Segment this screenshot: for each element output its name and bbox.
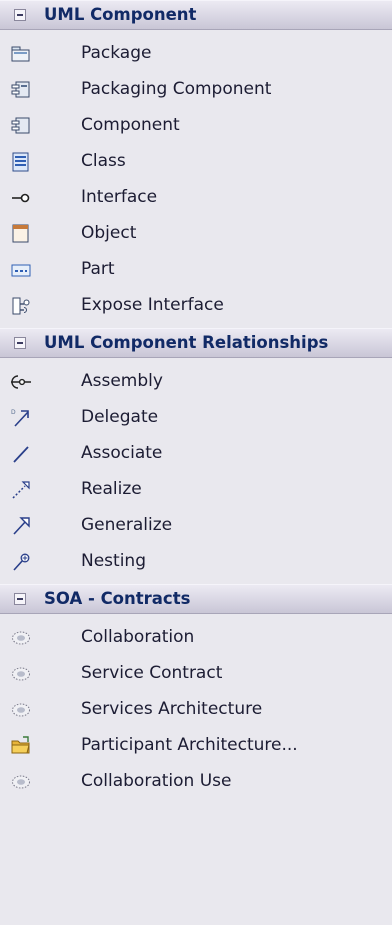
- nesting-icon: [11, 552, 31, 572]
- item-label: Packaging Component: [81, 79, 272, 99]
- toolbox-item-part[interactable]: Part: [0, 252, 392, 288]
- item-label: Assembly: [81, 371, 163, 391]
- item-label: Collaboration: [81, 627, 195, 647]
- toolbox-item-object[interactable]: Object: [0, 216, 392, 252]
- packaging-component-icon: [11, 80, 31, 100]
- toolbox-item-package[interactable]: Package: [0, 36, 392, 72]
- section-soa-contracts: SOA - Contracts Collaboration Service Co…: [0, 584, 392, 804]
- item-label: Part: [81, 259, 115, 279]
- toolbox-item-collaboration[interactable]: Collaboration: [0, 620, 392, 656]
- object-icon: [11, 224, 31, 244]
- toolbox-item-collaboration-use[interactable]: Collaboration Use: [0, 764, 392, 800]
- item-label: Component: [81, 115, 180, 135]
- item-label: Realize: [81, 479, 142, 499]
- toolbox-item-assembly[interactable]: Assembly: [0, 364, 392, 400]
- toolbox-item-realize[interactable]: Realize: [0, 472, 392, 508]
- generalize-icon: [11, 516, 31, 536]
- section-header-uml-component-relationships[interactable]: UML Component Relationships: [0, 328, 392, 358]
- section-uml-component-relationships: UML Component Relationships Assembly D D…: [0, 328, 392, 584]
- svg-text:D: D: [11, 409, 16, 416]
- toolbox-panel: UML Component Package Packaging Componen…: [0, 0, 392, 925]
- item-label: Associate: [81, 443, 163, 463]
- services-architecture-icon: [11, 700, 31, 720]
- section-header-soa-contracts[interactable]: SOA - Contracts: [0, 584, 392, 614]
- toolbox-item-expose-interface[interactable]: Expose Interface: [0, 288, 392, 324]
- interface-icon: [11, 188, 31, 208]
- realize-icon: [11, 480, 31, 500]
- toolbox-item-generalize[interactable]: Generalize: [0, 508, 392, 544]
- toolbox-item-component[interactable]: Component: [0, 108, 392, 144]
- item-label: Nesting: [81, 551, 146, 571]
- item-label: Generalize: [81, 515, 173, 535]
- class-icon: [11, 152, 31, 172]
- collapse-toggle-icon[interactable]: [14, 593, 26, 605]
- collaboration-use-icon: [11, 772, 31, 792]
- toolbox-item-service-contract[interactable]: Service Contract: [0, 656, 392, 692]
- item-label: Class: [81, 151, 126, 171]
- associate-icon: [11, 444, 31, 464]
- item-label: Expose Interface: [81, 295, 224, 315]
- toolbox-item-packaging-component[interactable]: Packaging Component: [0, 72, 392, 108]
- participant-architecture-icon: [11, 736, 31, 756]
- toolbox-item-participant-architecture[interactable]: Participant Architecture...: [0, 728, 392, 764]
- section-header-uml-component[interactable]: UML Component: [0, 0, 392, 30]
- delegate-icon: D: [11, 408, 31, 428]
- item-label: Package: [81, 43, 152, 63]
- component-icon: [11, 116, 31, 136]
- section-title: UML Component Relationships: [44, 333, 329, 352]
- item-label: Participant Architecture...: [81, 735, 298, 755]
- package-icon: [11, 44, 31, 64]
- item-label: Service Contract: [81, 663, 223, 683]
- expose-interface-icon: [11, 296, 31, 316]
- section-title: UML Component: [44, 5, 197, 24]
- item-label: Object: [81, 223, 137, 243]
- assembly-icon: [11, 372, 31, 392]
- section-uml-component: UML Component Package Packaging Componen…: [0, 0, 392, 328]
- toolbox-item-nesting[interactable]: Nesting: [0, 544, 392, 580]
- collapse-toggle-icon[interactable]: [14, 9, 26, 21]
- item-label: Delegate: [81, 407, 159, 427]
- item-label: Services Architecture: [81, 699, 263, 719]
- item-label: Interface: [81, 187, 158, 207]
- service-contract-icon: [11, 664, 31, 684]
- toolbox-item-services-architecture[interactable]: Services Architecture: [0, 692, 392, 728]
- toolbox-item-delegate[interactable]: D Delegate: [0, 400, 392, 436]
- part-icon: [11, 260, 31, 280]
- toolbox-item-associate[interactable]: Associate: [0, 436, 392, 472]
- collaboration-icon: [11, 628, 31, 648]
- collapse-toggle-icon[interactable]: [14, 337, 26, 349]
- toolbox-item-class[interactable]: Class: [0, 144, 392, 180]
- toolbox-item-interface[interactable]: Interface: [0, 180, 392, 216]
- item-label: Collaboration Use: [81, 771, 232, 791]
- section-title: SOA - Contracts: [44, 589, 191, 608]
